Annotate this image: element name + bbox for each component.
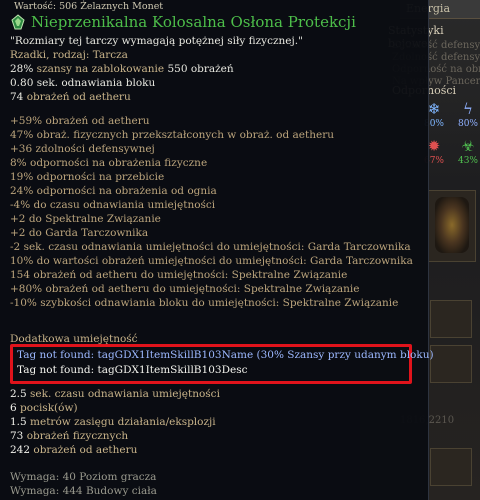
base-aether-value: 74	[10, 91, 24, 103]
resistance-value: 43%	[457, 156, 478, 166]
property-line: 47% obraż. fizycznych przekształconych w…	[10, 129, 334, 141]
skill-stat-text: metrów zasięgu działania/eksplozji	[26, 416, 216, 428]
equipment-slot[interactable]	[430, 300, 472, 338]
property-line: 154 obrażeń od aetheru do umiejętności: …	[10, 269, 348, 281]
lightning-icon: ϟ	[463, 100, 473, 118]
skill-stat-line: 73 obrażeń fizycznych	[10, 429, 128, 443]
skill-stat-value: 242	[10, 444, 31, 456]
property-line: 10% do wartości obrażeń umiejętności do …	[10, 255, 413, 267]
requirement-level: Wymaga: 40 Poziom gracza	[10, 471, 157, 483]
block-recovery-line: 0.80 sek. odnawiania bloku	[10, 77, 156, 89]
item-rarity-type: Rzadki, rodzaj: Tarcza	[10, 49, 128, 61]
property-line: -2 sek. czasu odnawiania umiejętności do…	[10, 241, 411, 253]
resistance-poison: ☣ 43%	[453, 137, 480, 167]
skill-stat-value: 6	[10, 402, 17, 414]
resistance-value: 80%	[457, 119, 478, 129]
requirement-physique: Wymaga: 444 Budowy ciała	[10, 485, 157, 497]
equipment-slot[interactable]	[430, 448, 472, 486]
property-line: 8% odporności na obrażenia fizyczne	[10, 157, 208, 169]
item-tooltip: Wartość: 506 Żelaznych Monet Nieprzenika…	[0, 0, 434, 500]
property-line: 24% odporności na obrażenia od ognia	[10, 185, 217, 197]
base-aether-damage: 74 obrażeń od aetheru	[10, 90, 131, 104]
property-line: +2 do Spektralne Związanie	[10, 213, 161, 225]
skill-stat-value: 73	[10, 430, 24, 442]
skill-stat-line: 2.5 sek. czasu odnawiania umiejętności	[10, 387, 220, 401]
item-value: Wartość: 506 Żelaznych Monet	[14, 1, 164, 12]
shield-icon	[435, 197, 469, 253]
skill-stat-line: 6 pocisk(ów)	[10, 401, 78, 415]
granted-skill-proc: (30% Szansy przy udanym bloku)	[253, 349, 434, 361]
skill-stat-line: 1.5 metrów zasięgu działania/eksplozji	[10, 415, 216, 429]
granted-skill-name-line: Tag not found: tagGDX1ItemSkillB103Name …	[17, 349, 434, 361]
equipped-shield-slot[interactable]	[428, 190, 476, 262]
item-name: Nieprzenikalna Kolosalna Osłona Protekcj…	[31, 13, 356, 31]
resistance-lightning: ϟ 80%	[453, 100, 480, 130]
block-chance-line: 28% szansy na zablokowanie 550 obrażeń	[10, 62, 234, 76]
granted-skill-description: Tag not found: tagGDX1ItemSkillB103Desc	[17, 364, 248, 376]
property-line: +2 do Garda Tarczownika	[10, 227, 149, 239]
property-line: +59% obrażeń od aetheru	[10, 115, 150, 127]
skill-stat-text: obrażeń fizycznych	[23, 430, 129, 442]
granted-skill-name: Tag not found: tagGDX1ItemSkillB103Name	[17, 349, 254, 361]
item-flavor-text: "Rozmiary tej tarczy wymagają potężnej s…	[10, 35, 303, 47]
skill-stat-line: 242 obrażeń od aetheru	[10, 443, 137, 457]
skill-stat-text: sek. czasu odnawiania umiejętności	[26, 388, 220, 400]
skill-stat-text: obrażeń od aetheru	[30, 444, 138, 456]
skill-stat-value: 2.5	[10, 388, 27, 400]
property-line: -10% szybkości odnawiania bloku do umiej…	[10, 297, 399, 309]
item-rarity-icon	[11, 14, 25, 30]
base-aether-text: obrażeń od aetheru	[23, 91, 131, 103]
block-chance-text: szansy na zablokowanie	[33, 63, 168, 75]
skill-stat-text: pocisk(ów)	[16, 402, 78, 414]
property-line: +36 zdolności defensywnej	[10, 143, 155, 155]
skill-stat-value: 1.5	[10, 416, 27, 428]
property-line: +80% obrażeń od aetheru do umiejętności:…	[10, 283, 360, 295]
block-chance-value: 28%	[10, 63, 34, 75]
property-line: 19% odporności na przebicie	[10, 171, 165, 183]
block-amount: 550 obrażeń	[167, 63, 234, 75]
equipment-slot[interactable]	[430, 345, 472, 383]
property-line: -4% do czasu odnawiania umiejętności	[10, 199, 216, 211]
item-name-line: Nieprzenikalna Kolosalna Osłona Protekcj…	[10, 13, 356, 31]
poison-icon: ☣	[461, 137, 475, 155]
